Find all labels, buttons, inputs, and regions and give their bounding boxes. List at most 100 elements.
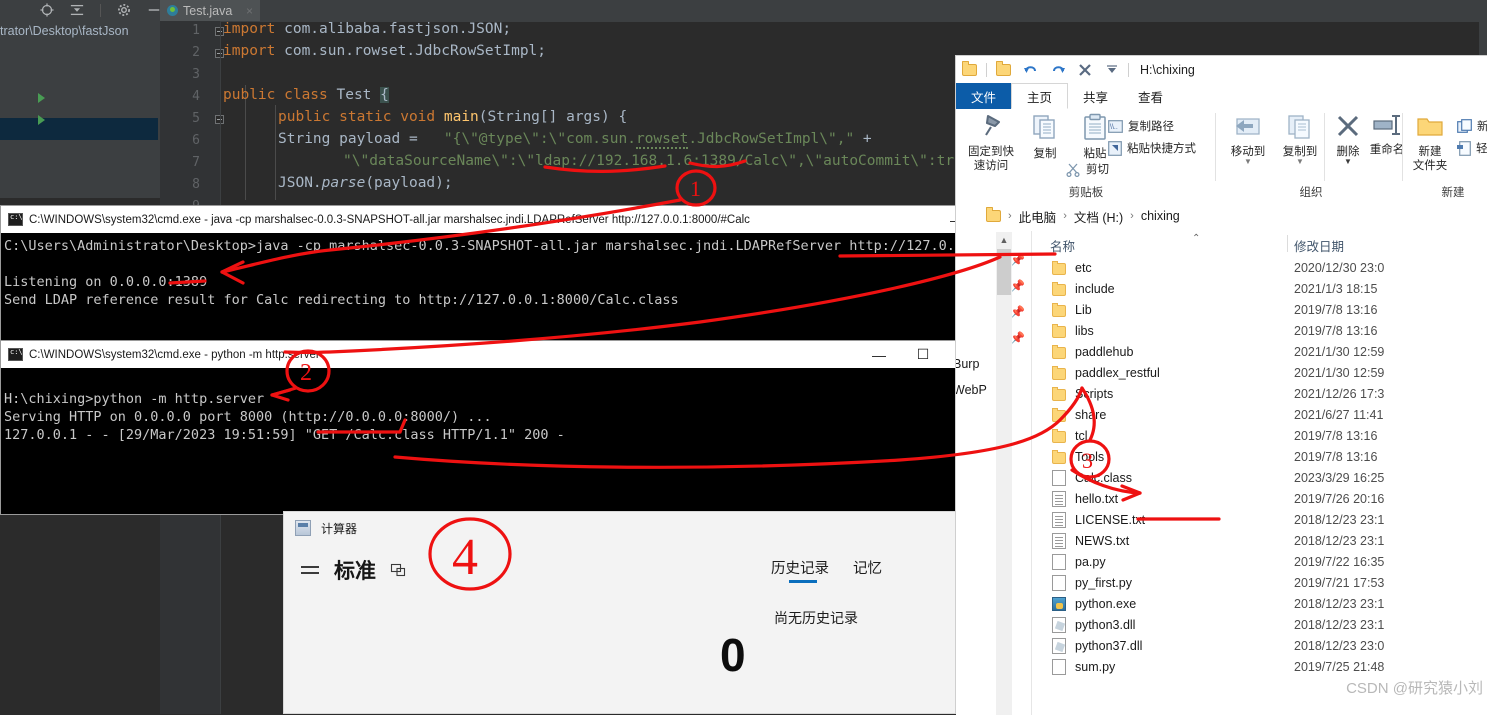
table-row[interactable]: python37.dll 2018/12/23 23:0 [1032,635,1487,656]
file-name[interactable]: Calc.class [1075,471,1132,485]
cmd-console-output[interactable]: C:\Users\Administrator\Desktop>java -cp … [1,233,1067,340]
paste-shortcut-button[interactable]: 粘贴快捷方式 [1108,140,1196,156]
file-explorer-window[interactable]: H:\chixing 文件 主页 共享 查看 固定到快 速访问 复制 粘贴 \\… [955,55,1487,715]
tab-view[interactable]: 查看 [1123,83,1178,109]
undo-icon[interactable] [1017,56,1044,83]
table-row[interactable]: paddlehub 2021/1/30 12:59 [1032,341,1487,362]
close-icon[interactable] [1071,56,1098,83]
column-header-name[interactable]: 名称 [1050,236,1075,255]
tab-file[interactable]: 文件 [956,83,1012,109]
scroll-up-icon[interactable]: ▲ [996,232,1012,248]
ribbon-tabs[interactable]: 文件 主页 共享 查看 [956,83,1487,109]
tab-memory[interactable]: 记忆 [853,557,882,578]
file-name[interactable]: Lib [1075,303,1092,317]
run-gutter-icon[interactable] [38,93,45,103]
folder-icon[interactable] [990,56,1017,83]
nav-item-webp[interactable]: WebP [956,383,987,397]
file-list-header[interactable]: 名称 ⌃ 修改日期 [1032,231,1487,257]
chevron-down-icon[interactable]: ▼ [1328,157,1368,166]
chevron-down-icon[interactable]: ▼ [1221,157,1275,166]
file-name[interactable]: tcl [1075,429,1088,443]
cmd-window-http-server[interactable]: C:\WINDOWS\system32\cmd.exe - python -m … [0,340,990,515]
close-icon[interactable]: × [246,4,253,18]
redo-icon[interactable] [1044,56,1071,83]
cmd-console-output[interactable]: H:\chixing>python -m http.server Serving… [1,368,989,514]
table-row[interactable]: LICENSE.txt 2018/12/23 23:1 [1032,509,1487,530]
table-row[interactable]: NEWS.txt 2018/12/23 23:1 [1032,530,1487,551]
file-name[interactable]: paddlex_restful [1075,366,1160,380]
tab-history[interactable]: 历史记录 [771,557,829,578]
file-name[interactable]: hello.txt [1075,492,1118,506]
table-row[interactable]: py_first.py 2019/7/21 17:53 [1032,572,1487,593]
tab-share[interactable]: 共享 [1068,83,1123,109]
table-row[interactable]: share 2021/6/27 11:41 [1032,404,1487,425]
navigation-pane[interactable]: 📌 📌 📌 📌 Burp WebP [956,231,1032,715]
table-row[interactable]: paddlex_restful 2021/1/30 12:59 [1032,362,1487,383]
ide-toolbar-icons[interactable] [40,0,165,20]
table-row[interactable]: python.exe 2018/12/23 23:1 [1032,593,1487,614]
table-row[interactable]: Scripts 2021/12/26 17:3 [1032,383,1487,404]
new-folder-button[interactable]: 新建 文件夹 [1405,113,1455,173]
file-name[interactable]: py_first.py [1075,576,1132,590]
file-name[interactable]: libs [1075,324,1094,338]
column-header-date[interactable]: 修改日期 [1294,236,1344,255]
file-name[interactable]: share [1075,408,1106,422]
folder-icon[interactable] [956,56,983,83]
easy-access-button[interactable]: 轻松 [1457,140,1487,156]
file-name[interactable]: sum.py [1075,660,1115,674]
cmd-titlebar[interactable]: C:\WINDOWS\system32\cmd.exe - python -m … [1,341,989,368]
file-name[interactable]: include [1075,282,1115,296]
scrollbar-thumb[interactable] [997,249,1011,295]
table-row[interactable]: pa.py 2019/7/22 16:35 [1032,551,1487,572]
cut-button[interactable]: 剪切 [1066,161,1109,177]
cmd-titlebar[interactable]: C:\WINDOWS\system32\cmd.exe - java -cp m… [1,206,1067,233]
settings-gear-icon[interactable] [117,3,131,17]
run-gutter-icon[interactable] [38,115,45,125]
file-name[interactable]: paddlehub [1075,345,1133,359]
table-row[interactable]: python3.dll 2018/12/23 23:1 [1032,614,1487,635]
table-row[interactable]: Calc.class 2023/3/29 16:25 [1032,467,1487,488]
file-name[interactable]: python.exe [1075,597,1136,611]
cmd-window-ldap[interactable]: C:\WINDOWS\system32\cmd.exe - java -cp m… [0,205,1068,341]
hamburger-icon[interactable] [301,563,319,577]
tab-test-java[interactable]: Test.java × [160,0,260,21]
collapse-icon[interactable] [70,3,84,17]
copy-button[interactable]: 复制 [1018,113,1072,161]
delete-button[interactable]: 删除 ▼ [1328,113,1368,166]
minimize-icon[interactable] [147,3,161,17]
table-row[interactable]: Tools 2019/7/8 13:16 [1032,446,1487,467]
move-to-button[interactable]: 移动到 ▼ [1221,113,1275,166]
file-name[interactable]: python3.dll [1075,618,1135,632]
table-row[interactable]: sum.py 2019/7/25 21:48 [1032,656,1487,677]
keep-on-top-icon[interactable] [390,562,406,578]
file-list[interactable]: 名称 ⌃ 修改日期 etc 2020/12/30 23:0 include 2021… [1032,231,1487,715]
file-name[interactable]: Scripts [1075,387,1113,401]
minimize-button[interactable]: — [857,341,901,368]
copy-to-button[interactable]: 复制到 ▼ [1273,113,1327,166]
quick-access-toolbar[interactable]: H:\chixing [956,56,1487,83]
table-row[interactable]: hello.txt 2019/7/26 20:16 [1032,488,1487,509]
target-icon[interactable] [40,3,54,17]
file-name[interactable]: NEWS.txt [1075,534,1129,548]
file-name[interactable]: LICENSE.txt [1075,513,1145,527]
file-name[interactable]: Tools [1075,450,1104,464]
breadcrumb-bar[interactable]: › 此电脑 › 文档 (H:) › chixing [956,201,1487,231]
nav-scrollbar[interactable]: ▲ [996,232,1012,715]
table-row[interactable]: Lib 2019/7/8 13:16 [1032,299,1487,320]
file-name[interactable]: etc [1075,261,1092,275]
table-row[interactable]: include 2021/1/3 18:15 [1032,278,1487,299]
table-row[interactable]: etc 2020/12/30 23:0 [1032,257,1487,278]
copy-path-button[interactable]: \\.. 复制路径 [1108,118,1174,134]
nav-item-burp[interactable]: Burp [956,357,979,371]
breadcrumb-this-pc[interactable]: 此电脑 [1019,207,1057,226]
new-item-button[interactable]: 新建 [1457,118,1487,134]
pin-to-quick-access-button[interactable]: 固定到快 速访问 [964,113,1018,173]
project-selected-row[interactable] [0,118,158,140]
column-separator[interactable] [1287,235,1288,252]
file-name[interactable]: pa.py [1075,555,1106,569]
table-row[interactable]: tcl 2019/7/8 13:16 [1032,425,1487,446]
chevron-down-icon[interactable] [1098,56,1125,83]
tab-home[interactable]: 主页 [1011,83,1069,109]
file-name[interactable]: python37.dll [1075,639,1142,653]
breadcrumb-documents[interactable]: 文档 (H:) [1074,207,1123,226]
